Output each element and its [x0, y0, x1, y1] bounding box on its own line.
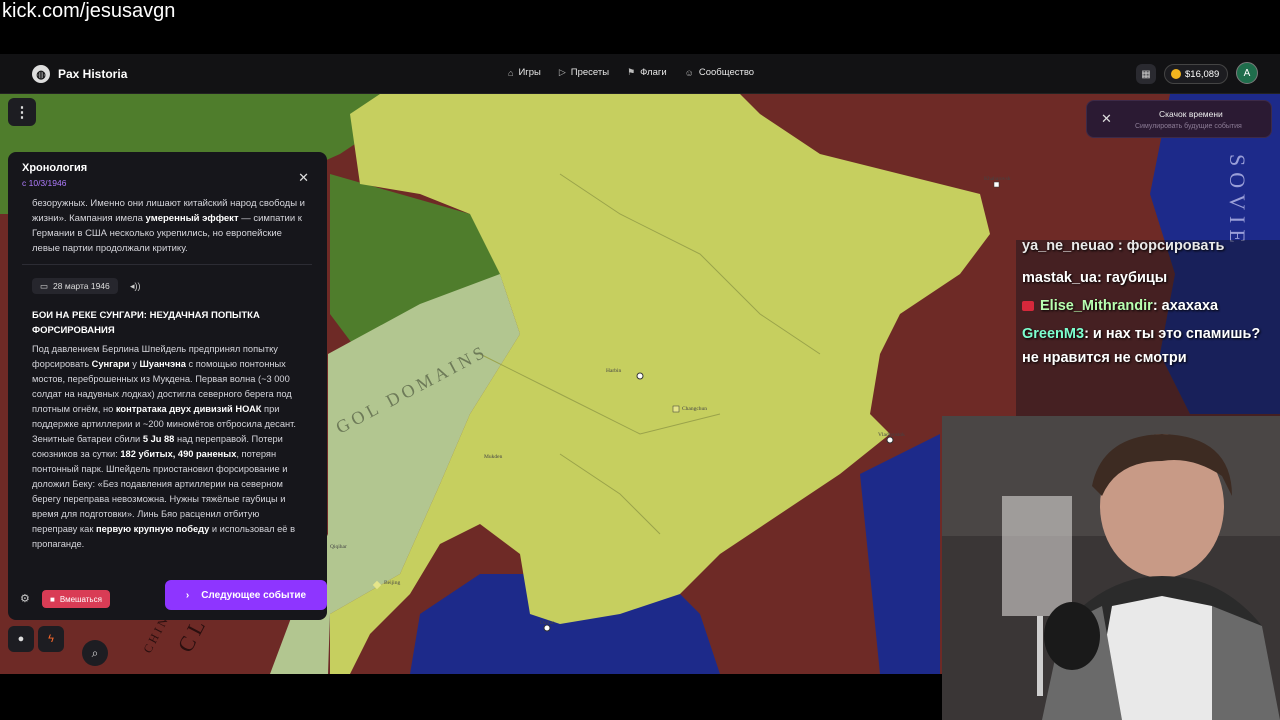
nav-games[interactable]: ⌂ Игры — [508, 67, 541, 78]
previous-event-text: безоружных. Именно они лишают китайский … — [32, 198, 305, 254]
user-avatar[interactable]: A — [1236, 62, 1258, 84]
play-icon: ▷ — [558, 67, 566, 77]
balance-amount: $16,089 — [1185, 68, 1220, 80]
timeline-since: с 10/3/1946 — [22, 178, 67, 188]
streamer-webcam — [942, 416, 1280, 720]
city-label-khabarovsk: Khabarovsk — [984, 176, 1011, 182]
calendar-icon: ▭ — [40, 280, 49, 291]
city-label-dalian: Dalian — [540, 620, 555, 626]
stream-chat-overlay: ya_ne_neuao : форсировать mastak_ua: гау… — [1016, 240, 1280, 416]
next-event-button[interactable]: › Следующее событие — [165, 580, 327, 610]
nav-presets[interactable]: ▷ Пресеты — [559, 67, 609, 78]
people-icon: ☺ — [684, 67, 694, 78]
city-label-harbin: Harbin — [606, 368, 622, 374]
globe-icon: ◍ — [32, 65, 50, 83]
bottom-toolbar: ● ϟ — [8, 626, 64, 652]
event-date-chip: ▭ 28 марта 1946 — [32, 278, 118, 294]
stop-icon: ■ — [50, 594, 55, 604]
chat-message: GreenM3: и нах ты это спамишь? не нравит… — [1022, 326, 1261, 366]
settings-icon[interactable]: ⚙ — [20, 592, 34, 606]
top-navigation-bar: ◍ Pax Historia ⌂ Игры ▷ Пресеты ⚑ Флаги … — [0, 54, 1280, 94]
chevron-right-icon: › — [185, 589, 190, 601]
timeline-panel: Хронология с 10/3/1946 ✕ безоружных. Име… — [8, 152, 327, 620]
nav-flags[interactable]: ⚑ Флаги — [627, 67, 667, 78]
close-icon[interactable]: ✕ — [1101, 111, 1112, 127]
chat-badge-icon — [1022, 301, 1034, 312]
city-label-mukden: Mukden — [484, 454, 503, 460]
event-title: БОИ НА РЕКЕ СУНГАРИ: НЕУДАЧНАЯ ПОПЫТКА Ф… — [32, 310, 260, 336]
city-label-qiqihar: Qiqihar — [330, 544, 347, 550]
soviet-label: SOVIE — [1225, 154, 1250, 249]
stream-watermark: kick.com/jesusavgn — [2, 0, 176, 22]
coin-icon — [1171, 69, 1181, 79]
city-marker — [672, 405, 680, 413]
divider — [22, 264, 312, 265]
city-khabarovsk-marker — [993, 181, 1000, 188]
close-icon[interactable]: ✕ — [298, 170, 309, 186]
flag-icon: ⚑ — [627, 67, 636, 77]
app-name: Pax Historia — [58, 67, 128, 81]
chat-bubble-icon[interactable]: ● — [8, 626, 34, 652]
gamepad-icon: ⌂ — [508, 67, 514, 78]
chat-message-partial: ya_ne_neuao : форсировать — [1022, 240, 1225, 254]
main-nav: ⌂ Игры ▷ Пресеты ⚑ Флаги ☺ Сообщество — [508, 67, 754, 78]
chat-message: Elise_Mithrandir: ахахаха — [1022, 294, 1272, 318]
nav-community[interactable]: ☺ Сообщество — [685, 67, 754, 78]
vertical-dots-icon: ⋮ — [14, 104, 30, 121]
city-harbin-marker — [636, 372, 644, 380]
city-label-vladivostok: Vladivostok — [878, 432, 905, 438]
time-skip-title: Скачок времени — [1159, 109, 1223, 119]
city-label-beijing: Beijing — [384, 580, 401, 586]
chat-message: mastak_ua: гаубицы — [1022, 270, 1168, 286]
city-label-changchun: Changchun — [682, 406, 708, 412]
intervene-button[interactable]: ■ Вмешаться — [42, 590, 110, 608]
balance-pill[interactable]: $16,089 — [1164, 64, 1229, 84]
timeline-footer: ⚙ ■ Вмешаться › Следующее событие — [8, 580, 327, 620]
search-icon[interactable]: ⌕ — [82, 640, 108, 666]
time-skip-card[interactable]: ✕ Скачок времени Симулировать будущие со… — [1086, 100, 1272, 138]
timeline-scroll-area[interactable]: безоружных. Именно они лишают китайский … — [8, 196, 327, 576]
gift-icon[interactable]: ▦ — [1136, 64, 1156, 84]
speaker-icon[interactable]: ◂)) — [130, 281, 141, 292]
time-skip-subtitle: Симулировать будущие события — [1135, 123, 1242, 130]
lightning-icon[interactable]: ϟ — [38, 626, 64, 652]
more-menu-button[interactable]: ⋮ — [8, 98, 36, 126]
timeline-header: Хронология с 10/3/1946 — [22, 162, 87, 188]
app-logo[interactable]: ◍ Pax Historia — [32, 65, 127, 83]
timeline-title: Хронология — [22, 162, 88, 174]
event-body: Под давлением Берлина Шпейдель предприня… — [32, 344, 296, 549]
